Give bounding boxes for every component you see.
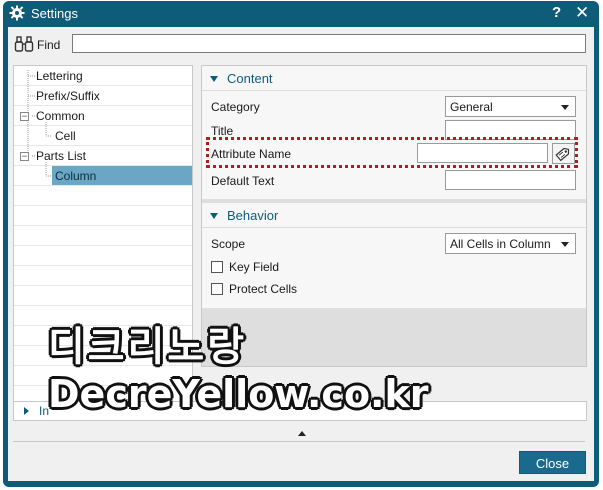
default-text-label: Default Text xyxy=(211,174,275,188)
tree-item-lettering[interactable]: Lettering xyxy=(14,66,192,86)
tree-item-label: Column xyxy=(55,169,97,183)
footer-divider xyxy=(13,441,585,442)
window-title: Settings xyxy=(31,6,78,21)
tree-item-cell[interactable]: Cell xyxy=(14,126,192,146)
tree-item-parts-list[interactable]: − Parts List xyxy=(14,146,192,166)
tree-item-prefix-suffix[interactable]: Prefix/Suffix xyxy=(14,86,192,106)
tree-empty-row xyxy=(14,186,192,206)
attribute-picker-button[interactable] xyxy=(552,143,575,164)
find-bar: Find xyxy=(8,27,594,61)
attribute-name-input[interactable] xyxy=(417,143,548,163)
protect-cells-checkbox[interactable] xyxy=(211,283,223,295)
close-window-button[interactable]: ✕ xyxy=(575,3,589,23)
category-value: General xyxy=(450,100,493,114)
category-dropdown[interactable]: General xyxy=(445,96,576,117)
help-button[interactable]: ? xyxy=(552,4,561,21)
tag-icon xyxy=(555,147,570,162)
dropdown-arrow-icon xyxy=(561,242,569,247)
find-label: Find xyxy=(37,38,61,52)
watermark-url: DecreYellow.co.kr xyxy=(48,372,429,416)
scope-dropdown[interactable]: All Cells in Column xyxy=(445,233,576,254)
behavior-section-header[interactable]: Behavior xyxy=(202,203,586,228)
key-field-label: Key Field xyxy=(229,260,280,274)
tree-item-label: Common xyxy=(36,109,85,123)
find-input[interactable] xyxy=(72,34,586,53)
content-section-header[interactable]: Content xyxy=(202,66,586,91)
scope-label: Scope xyxy=(211,237,246,251)
expand-triangle-icon xyxy=(210,76,218,82)
scope-value: All Cells in Column xyxy=(450,237,551,251)
collapsed-triangle-icon xyxy=(24,407,29,415)
tree-item-label: Prefix/Suffix xyxy=(36,89,100,103)
tree-item-label: Lettering xyxy=(36,69,83,83)
watermark-korean: 디크리노랑 xyxy=(48,324,247,370)
tree-empty-row xyxy=(14,246,192,266)
gear-icon xyxy=(9,5,25,21)
protect-cells-label: Protect Cells xyxy=(229,282,298,296)
attribute-name-label: Attribute Name xyxy=(211,147,292,161)
title-bar[interactable]: Settings ? ✕ xyxy=(3,1,599,27)
content-section: Content Category General Title Attribute… xyxy=(202,66,586,199)
tree-item-common[interactable]: − Common xyxy=(14,106,192,126)
behavior-section: Behavior Scope All Cells in Column Key F… xyxy=(202,203,586,308)
tree-empty-row xyxy=(14,286,192,306)
binoculars-icon xyxy=(14,36,34,52)
properties-panel: Content Category General Title Attribute… xyxy=(201,65,587,367)
tree-empty-row xyxy=(14,266,192,286)
default-text-input[interactable] xyxy=(445,170,576,190)
category-label: Category xyxy=(211,100,260,114)
expand-triangle-icon xyxy=(210,213,218,219)
dropdown-arrow-icon xyxy=(561,105,569,110)
tree-item-column[interactable]: Column xyxy=(14,166,192,186)
collapse-up-arrow-icon[interactable] xyxy=(298,431,306,436)
tree-empty-row xyxy=(14,206,192,226)
tree-item-label: Parts List xyxy=(36,149,87,163)
collapse-icon[interactable]: − xyxy=(20,112,29,121)
content-section-title: Content xyxy=(227,71,273,86)
tree-empty-row xyxy=(14,226,192,246)
title-label: Title xyxy=(211,124,234,138)
close-button[interactable]: Close xyxy=(519,451,586,474)
behavior-section-title: Behavior xyxy=(227,208,279,223)
title-input[interactable] xyxy=(445,120,576,140)
tree-item-label: Cell xyxy=(55,129,76,143)
key-field-checkbox[interactable] xyxy=(211,261,223,273)
collapse-icon[interactable]: − xyxy=(20,152,29,161)
